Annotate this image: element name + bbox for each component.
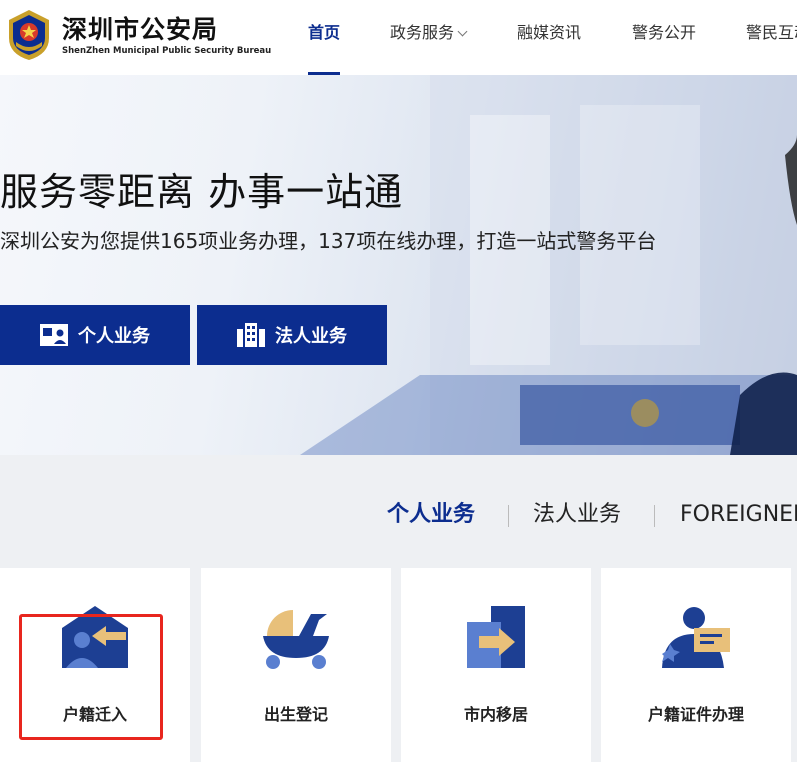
site-subtitle: ShenZhen Municipal Public Security Burea…	[62, 46, 272, 56]
nav-home[interactable]: 首页	[308, 0, 341, 75]
site-header: 深圳市公安局 ShenZhen Municipal Public Securit…	[0, 0, 797, 75]
tab-corporate[interactable]: 法人业务	[533, 495, 621, 535]
selection-highlight-box	[19, 614, 163, 740]
business-tabs: 个人业务 法人业务 FOREIGNER	[0, 495, 797, 535]
chevron-down-icon	[457, 26, 468, 37]
service-card-birth-registration[interactable]: 出生登记	[201, 568, 391, 762]
nav-label: 政务服务	[390, 23, 455, 42]
tab-personal[interactable]: 个人业务	[387, 495, 475, 535]
card-label: 市内移居	[463, 705, 528, 724]
id-document-icon	[662, 607, 730, 668]
hero-subtitle: 深圳公安为您提供165项业务办理，137项在线办理，打造一站式警务平台	[0, 229, 657, 253]
personal-business-label: 个人业务	[78, 326, 150, 347]
corporate-business-label: 法人业务	[275, 326, 347, 347]
police-emblem-logo[interactable]	[4, 8, 54, 62]
nav-government-services[interactable]: 政务服务	[390, 0, 468, 75]
personal-business-button[interactable]: 个人业务	[0, 305, 190, 365]
service-card-id-document[interactable]: 户籍证件办理	[601, 568, 791, 762]
card-label: 户籍证件办理	[647, 705, 744, 724]
corporate-business-button[interactable]: 法人业务	[197, 305, 387, 365]
card-label: 出生登记	[263, 705, 328, 724]
service-card-relocation[interactable]: 市内移居	[401, 568, 591, 762]
nav-interaction[interactable]: 警民互动	[746, 0, 797, 75]
building-icon	[237, 323, 265, 347]
birth-registration-icon	[263, 610, 329, 669]
relocation-icon	[467, 606, 525, 668]
nav-media-news[interactable]: 融媒资讯	[517, 0, 581, 75]
tab-foreigner[interactable]: FOREIGNER	[680, 495, 797, 535]
tab-divider	[508, 505, 509, 527]
hero-background-image	[300, 75, 797, 455]
nav-police-affairs[interactable]: 警务公开	[632, 0, 696, 75]
site-title: 深圳市公安局	[62, 15, 219, 44]
hero-banner: 服务零距离 办事一站通 深圳公安为您提供165项业务办理，137项在线办理，打造…	[0, 75, 797, 455]
hero-title: 服务零距离 办事一站通	[0, 170, 404, 214]
tab-divider	[654, 505, 655, 527]
id-card-icon	[40, 324, 68, 346]
